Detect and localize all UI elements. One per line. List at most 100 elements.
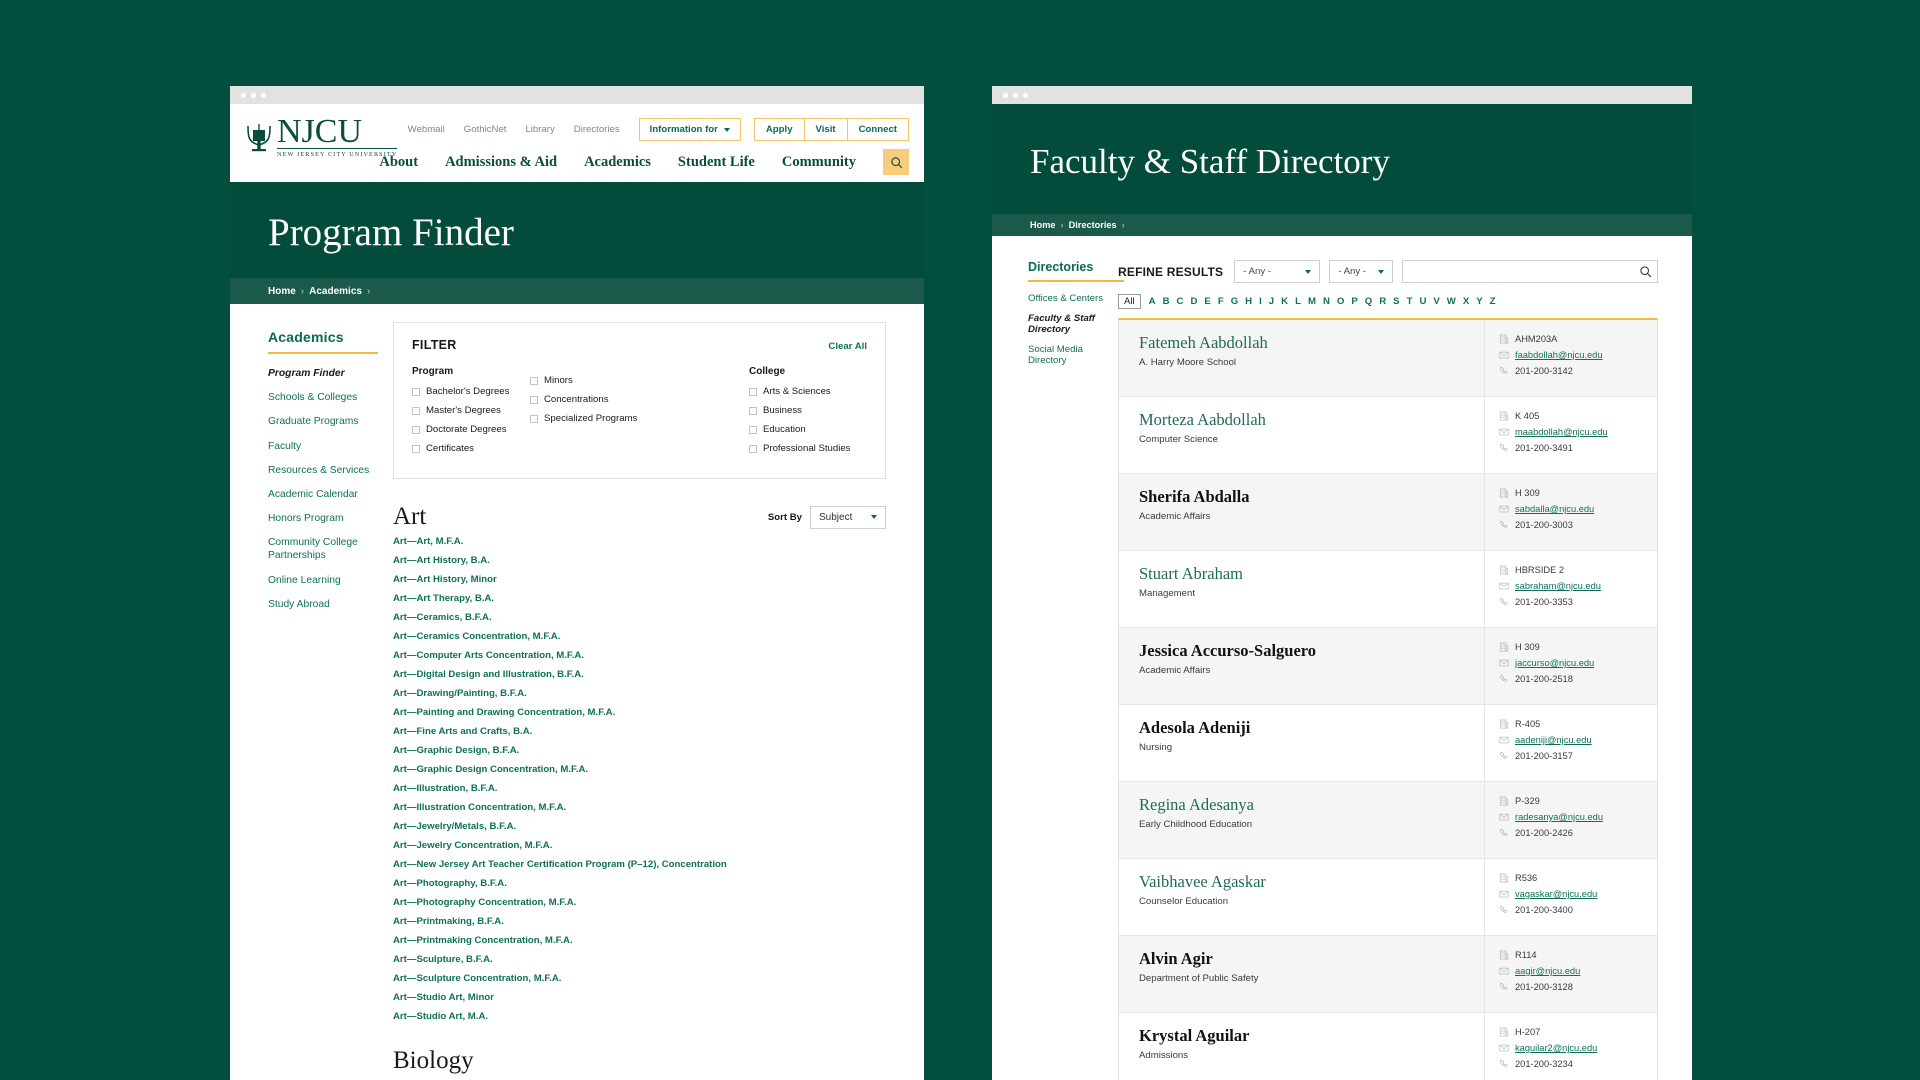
- window-dot[interactable]: [241, 92, 246, 98]
- program-link[interactable]: Art—Digital Design and Illustration, B.F…: [393, 670, 886, 680]
- checkbox-concentrations[interactable]: Concentrations: [530, 394, 640, 405]
- checkbox-business[interactable]: Business: [749, 405, 867, 416]
- refine-select-department[interactable]: - Any -: [1234, 260, 1321, 283]
- directory-search-field[interactable]: [1402, 260, 1658, 283]
- utility-link-directories[interactable]: Directories: [574, 124, 620, 135]
- alpha-filter-o[interactable]: O: [1337, 296, 1344, 307]
- person-email-row[interactable]: sabdalla@njcu.edu: [1499, 504, 1647, 514]
- checkbox-bachelors-degrees[interactable]: Bachelor's Degrees: [412, 386, 530, 397]
- person-email-row[interactable]: aagir@njcu.edu: [1499, 966, 1647, 976]
- breadcrumb-item-home[interactable]: Home: [268, 286, 296, 297]
- sidebar-item-honors-program[interactable]: Honors Program: [268, 512, 375, 525]
- program-link[interactable]: Art—Ceramics Concentration, M.F.A.: [393, 632, 886, 642]
- sidebar-item-community-college-partnerships[interactable]: Community College Partnerships: [268, 536, 375, 562]
- sidebar-item-faculty[interactable]: Faculty: [268, 440, 375, 453]
- sidebar-item-resources-services[interactable]: Resources & Services: [268, 464, 375, 477]
- breadcrumb-item-directories[interactable]: Directories: [1069, 220, 1117, 230]
- person-email[interactable]: vagaskar@njcu.edu: [1515, 889, 1597, 899]
- alpha-filter-i[interactable]: I: [1259, 296, 1262, 307]
- person-email[interactable]: jaccurso@njcu.edu: [1515, 658, 1594, 668]
- program-link[interactable]: Art—Fine Arts and Crafts, B.A.: [393, 727, 886, 737]
- alpha-filter-h[interactable]: H: [1245, 296, 1252, 307]
- sidebar-item-study-abroad[interactable]: Study Abroad: [268, 598, 375, 611]
- sidebar-item-faculty-staff-directory[interactable]: Faculty & Staff Directory: [1028, 313, 1118, 335]
- person-email-row[interactable]: radesanya@njcu.edu: [1499, 812, 1647, 822]
- search-button[interactable]: [1633, 265, 1657, 278]
- breadcrumb-item-academics[interactable]: Academics: [309, 286, 362, 297]
- alpha-filter-p[interactable]: P: [1351, 296, 1357, 307]
- program-link[interactable]: Art—Graphic Design Concentration, M.F.A.: [393, 765, 886, 775]
- nav-item-about[interactable]: About: [379, 154, 418, 171]
- checkbox-box[interactable]: [530, 395, 538, 404]
- checkbox-box[interactable]: [412, 444, 420, 453]
- person-email[interactable]: radesanya@njcu.edu: [1515, 812, 1603, 822]
- person-name[interactable]: Stuart Abraham: [1139, 564, 1468, 584]
- connect-button[interactable]: Connect: [846, 118, 909, 141]
- window-dot[interactable]: [1023, 92, 1028, 98]
- alpha-filter-r[interactable]: R: [1379, 296, 1386, 307]
- window-dot[interactable]: [1003, 92, 1008, 98]
- alpha-filter-s[interactable]: S: [1393, 296, 1399, 307]
- refine-select-type[interactable]: - Any -: [1329, 260, 1394, 283]
- alpha-filter-y[interactable]: Y: [1476, 296, 1482, 307]
- program-link[interactable]: Art—Sculpture, B.F.A.: [393, 955, 886, 965]
- checkbox-specialized-programs[interactable]: Specialized Programs: [530, 413, 640, 424]
- program-link[interactable]: Art—Illustration Concentration, M.F.A.: [393, 803, 886, 813]
- program-link[interactable]: Art—Ceramics, B.F.A.: [393, 613, 886, 623]
- nav-item-academics[interactable]: Academics: [584, 154, 651, 171]
- sidebar-item-academic-calendar[interactable]: Academic Calendar: [268, 488, 375, 501]
- breadcrumb-item-home[interactable]: Home: [1030, 220, 1056, 230]
- sort-by-select[interactable]: Subject: [810, 505, 886, 529]
- alpha-filter-q[interactable]: Q: [1365, 296, 1372, 307]
- information-for-dropdown[interactable]: Information for: [638, 118, 741, 141]
- sidebar-item-social-media-directory[interactable]: Social Media Directory: [1028, 344, 1118, 366]
- utility-link-library[interactable]: Library: [525, 124, 554, 135]
- alpha-filter-j[interactable]: J: [1269, 296, 1274, 307]
- person-email-row[interactable]: jaccurso@njcu.edu: [1499, 658, 1647, 668]
- program-link[interactable]: Art—Printmaking, B.F.A.: [393, 917, 886, 927]
- checkbox-professional-studies[interactable]: Professional Studies: [749, 443, 867, 454]
- alpha-filter-all[interactable]: All: [1118, 294, 1141, 309]
- checkbox-minors[interactable]: Minors: [530, 375, 640, 386]
- program-link[interactable]: Art—Art Therapy, B.A.: [393, 594, 886, 604]
- checkbox-box[interactable]: [412, 406, 420, 415]
- checkbox-arts-sciences[interactable]: Arts & Sciences: [749, 386, 867, 397]
- alpha-filter-l[interactable]: L: [1295, 296, 1301, 307]
- person-name[interactable]: Morteza Aabdollah: [1139, 410, 1468, 430]
- directory-search-input[interactable]: [1403, 261, 1633, 282]
- person-name[interactable]: Fatemeh Aabdollah: [1139, 333, 1468, 353]
- window-titlebar-right[interactable]: [992, 86, 1692, 104]
- alpha-filter-z[interactable]: Z: [1490, 296, 1496, 307]
- checkbox-education[interactable]: Education: [749, 424, 867, 435]
- program-link[interactable]: Art—Drawing/Painting, B.F.A.: [393, 689, 886, 699]
- person-email-row[interactable]: faabdollah@njcu.edu: [1499, 350, 1647, 360]
- utility-link-gothicnet[interactable]: GothicNet: [464, 124, 507, 135]
- program-link[interactable]: Art—Graphic Design, B.F.A.: [393, 746, 886, 756]
- alpha-filter-m[interactable]: M: [1308, 296, 1316, 307]
- alpha-filter-b[interactable]: B: [1163, 296, 1170, 307]
- sidebar-item-graduate-programs[interactable]: Graduate Programs: [268, 415, 375, 428]
- alpha-filter-e[interactable]: E: [1204, 296, 1210, 307]
- alpha-filter-v[interactable]: V: [1433, 296, 1439, 307]
- person-email[interactable]: sabdalla@njcu.edu: [1515, 504, 1594, 514]
- program-link[interactable]: Art—New Jersey Art Teacher Certification…: [393, 860, 886, 870]
- checkbox-certificates[interactable]: Certificates: [412, 443, 530, 454]
- search-button[interactable]: [883, 149, 909, 175]
- sidebar-item-program-finder[interactable]: Program Finder: [268, 367, 375, 380]
- program-link[interactable]: Art—Painting and Drawing Concentration, …: [393, 708, 886, 718]
- sidebar-item-offices-centers[interactable]: Offices & Centers: [1028, 293, 1118, 304]
- alpha-filter-f[interactable]: F: [1218, 296, 1224, 307]
- alpha-filter-k[interactable]: K: [1281, 296, 1288, 307]
- alpha-filter-x[interactable]: X: [1463, 296, 1469, 307]
- checkbox-box[interactable]: [749, 425, 757, 434]
- program-link[interactable]: Art—Illustration, B.F.A.: [393, 784, 886, 794]
- clear-all-button[interactable]: Clear All: [828, 341, 867, 352]
- window-dot[interactable]: [261, 92, 266, 98]
- apply-button[interactable]: Apply: [753, 118, 804, 141]
- checkbox-box[interactable]: [530, 376, 538, 385]
- sidebar-item-schools-colleges[interactable]: Schools & Colleges: [268, 391, 375, 404]
- window-dot[interactable]: [251, 92, 256, 98]
- program-link[interactable]: Art—Studio Art, Minor: [393, 993, 886, 1003]
- program-link[interactable]: Art—Jewelry/Metals, B.F.A.: [393, 822, 886, 832]
- person-email[interactable]: kaguilar2@njcu.edu: [1515, 1043, 1597, 1053]
